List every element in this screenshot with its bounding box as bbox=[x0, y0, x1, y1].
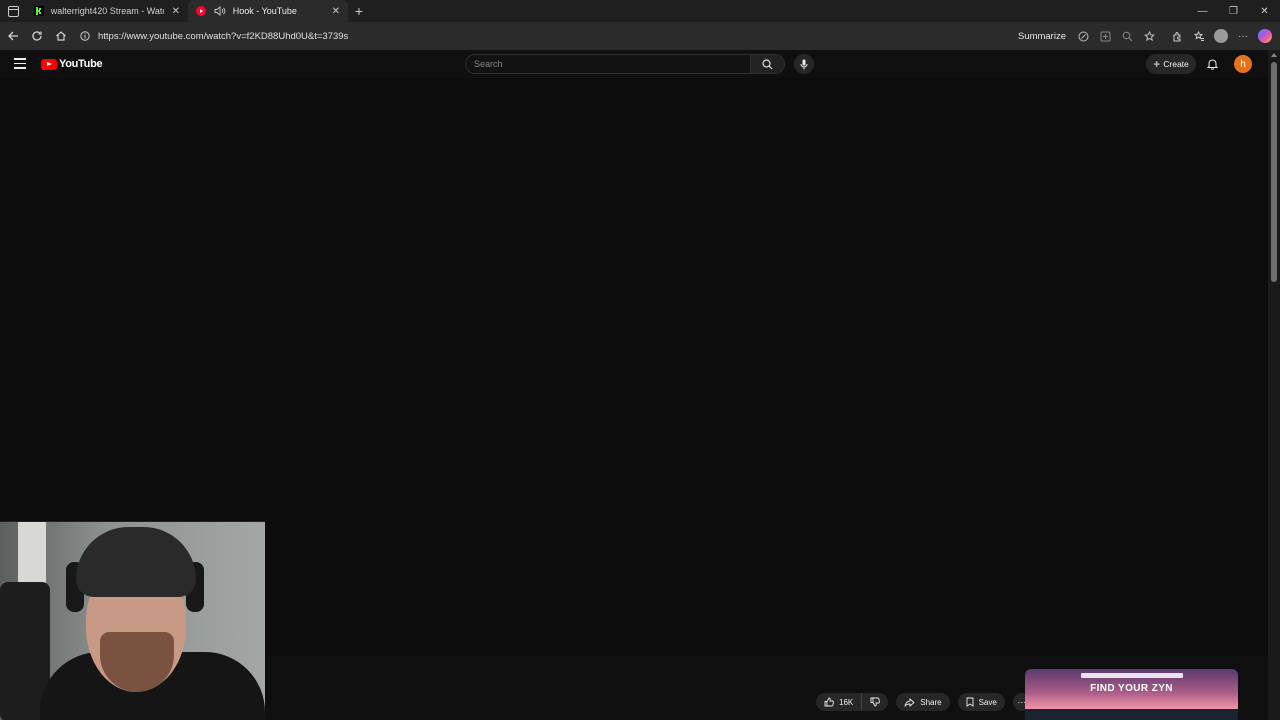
search-box bbox=[465, 54, 785, 74]
favorite-star-icon[interactable] bbox=[1138, 22, 1160, 50]
youtube-wordmark: YouTube bbox=[59, 58, 103, 70]
ad-banner[interactable]: FIND YOUR ZYN bbox=[1025, 669, 1238, 720]
plus-icon: + bbox=[1153, 57, 1161, 71]
browser-tab-bar: walterright420 Stream - Watch Li ✕ Hook … bbox=[0, 0, 1280, 22]
scroll-up-icon[interactable] bbox=[1271, 53, 1277, 57]
share-button[interactable]: Share bbox=[896, 693, 950, 711]
back-icon[interactable] bbox=[1, 22, 25, 50]
voice-search-button[interactable] bbox=[794, 54, 814, 74]
page-scrollbar[interactable] bbox=[1268, 50, 1280, 720]
more-menu-icon[interactable]: ··· bbox=[1232, 22, 1254, 50]
search-icon bbox=[762, 58, 773, 69]
copilot-icon[interactable] bbox=[1254, 22, 1276, 50]
share-icon bbox=[904, 697, 915, 707]
youtube-header: YouTube + Create h bbox=[0, 50, 1268, 78]
url-field[interactable]: https://www.youtube.com/watch?v=f2KD88Uh… bbox=[76, 26, 1076, 46]
ad-top-strip bbox=[1081, 673, 1183, 678]
menu-icon[interactable] bbox=[14, 58, 26, 72]
minimize-icon[interactable]: — bbox=[1187, 0, 1218, 22]
kick-icon bbox=[34, 6, 45, 17]
share-label: Share bbox=[920, 697, 942, 707]
tab-kick-stream[interactable]: walterright420 Stream - Watch Li ✕ bbox=[26, 0, 188, 22]
create-label: Create bbox=[1163, 59, 1189, 69]
account-avatar[interactable]: h bbox=[1234, 55, 1252, 73]
window-controls: — ❐ ✕ bbox=[1187, 0, 1280, 22]
summarize-button[interactable]: Summarize bbox=[1018, 31, 1066, 42]
ad-bottom-bar bbox=[1025, 709, 1238, 720]
like-count: 16K bbox=[839, 697, 854, 707]
like-button[interactable]: 16K bbox=[816, 693, 863, 711]
thumbs-up-icon bbox=[824, 697, 834, 707]
youtube-icon bbox=[196, 6, 207, 17]
close-tab-icon[interactable]: ✕ bbox=[172, 6, 180, 17]
tab-title: walterright420 Stream - Watch Li bbox=[50, 6, 164, 16]
new-tab-button[interactable]: + bbox=[348, 0, 370, 22]
home-icon[interactable] bbox=[49, 22, 73, 50]
search-button[interactable] bbox=[750, 55, 784, 73]
bookmark-icon bbox=[966, 697, 974, 707]
tab-title: Hook - YouTube bbox=[232, 6, 297, 16]
address-bar-row: https://www.youtube.com/watch?v=f2KD88Uh… bbox=[0, 22, 1280, 50]
scrollbar-thumb[interactable] bbox=[1271, 62, 1277, 282]
save-button[interactable]: Save bbox=[957, 693, 1005, 711]
speaker-icon[interactable] bbox=[213, 6, 227, 17]
like-dislike-group: 16K bbox=[816, 693, 889, 711]
refresh-icon[interactable] bbox=[25, 22, 49, 50]
webcam-overlay bbox=[0, 521, 265, 720]
microphone-icon bbox=[800, 59, 808, 69]
summarize-icon[interactable] bbox=[1072, 22, 1094, 50]
close-tab-icon[interactable]: ✕ bbox=[332, 6, 340, 17]
video-actions: 16K Share Save ··· bbox=[816, 693, 1031, 711]
profile-icon[interactable] bbox=[1210, 22, 1232, 50]
create-button[interactable]: + Create bbox=[1146, 54, 1196, 74]
site-info-icon[interactable] bbox=[76, 31, 94, 41]
tab-actions-icon[interactable] bbox=[0, 0, 26, 22]
url-text: https://www.youtube.com/watch?v=f2KD88Uh… bbox=[98, 30, 349, 42]
favorites-icon[interactable] bbox=[1188, 22, 1210, 50]
youtube-play-icon bbox=[41, 58, 57, 70]
restore-icon[interactable]: ❐ bbox=[1218, 0, 1249, 22]
ad-headline: FIND YOUR ZYN bbox=[1090, 683, 1173, 694]
thumbs-down-icon bbox=[870, 697, 881, 707]
notifications-icon[interactable] bbox=[1204, 56, 1220, 72]
search-input[interactable] bbox=[466, 55, 750, 73]
zoom-icon[interactable] bbox=[1116, 22, 1138, 50]
dislike-button[interactable] bbox=[862, 693, 888, 711]
tab-youtube-hook[interactable]: Hook - YouTube ✕ bbox=[188, 0, 348, 22]
address-bar-actions: Summarize ··· bbox=[1018, 22, 1280, 50]
app-available-icon[interactable] bbox=[1094, 22, 1116, 50]
youtube-logo[interactable]: YouTube bbox=[41, 58, 103, 70]
close-window-icon[interactable]: ✕ bbox=[1249, 0, 1280, 22]
extensions-icon[interactable] bbox=[1166, 22, 1188, 50]
save-label: Save bbox=[978, 697, 997, 707]
